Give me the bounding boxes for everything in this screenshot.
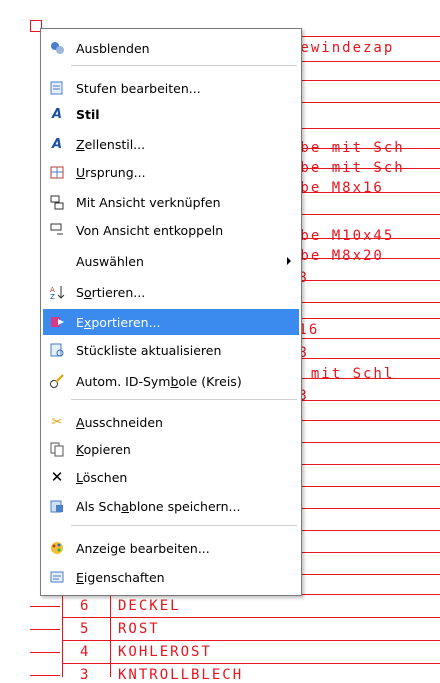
menu-item-auswaehlen[interactable]: Auswählen xyxy=(43,248,299,274)
menu-item-sortieren[interactable]: AZ Sortieren... xyxy=(43,279,299,305)
menu-item-zellenstil[interactable]: A Zellenstil... xyxy=(43,131,299,157)
table-col-divider xyxy=(110,594,111,677)
menu-separator xyxy=(71,65,297,66)
menu-item-ausschneiden[interactable]: ✂ Ausschneiden xyxy=(43,409,299,435)
balloon-icon xyxy=(48,372,66,390)
row-number: 5 xyxy=(80,621,91,637)
hide-icon xyxy=(48,39,66,57)
table-grid-line xyxy=(62,663,440,664)
menu-item-exportieren[interactable]: Exportieren... xyxy=(43,309,299,335)
menu-item-stufen-bearbeiten[interactable]: Stufen bearbeiten... xyxy=(43,75,299,101)
table-grid-line xyxy=(62,617,440,618)
export-icon xyxy=(48,313,66,331)
cad-table-cell: e mit Schl xyxy=(290,366,395,382)
cell-style-icon: A xyxy=(51,136,63,152)
menu-item-mit-ansicht-verknuepfen[interactable]: Mit Ansicht verknüpfen xyxy=(43,189,299,215)
menu-item-ursprung[interactable]: Ursprung... xyxy=(43,159,299,185)
row-part-name: DECKEL xyxy=(118,598,181,614)
menu-item-stueckliste-aktualisieren[interactable]: Stückliste aktualisieren xyxy=(43,337,299,363)
menu-item-loeschen[interactable]: ✕ Löschen xyxy=(43,464,299,490)
menu-item-ausblenden[interactable]: Ausblenden xyxy=(43,35,299,61)
row-balloon-marker xyxy=(30,606,60,607)
context-menu: Ausblenden Stufen bearbeiten... A Stil A… xyxy=(40,28,302,596)
menu-separator xyxy=(71,399,297,400)
sort-icon: AZ xyxy=(48,283,66,301)
edit-display-icon xyxy=(48,539,66,557)
cad-table-cell: ube M8x16 xyxy=(290,180,384,196)
submenu-arrow-icon xyxy=(287,257,291,265)
row-number: 6 xyxy=(80,598,91,614)
menu-item-anzeige-bearbeiten[interactable]: Anzeige bearbeiten... xyxy=(43,535,299,561)
cad-table-cell: ube M8x20 xyxy=(290,248,384,264)
row-part-name: ROST xyxy=(118,621,160,637)
row-part-name: KNTROLLBLECH xyxy=(118,667,244,683)
row-part-name: KOHLEROST xyxy=(118,644,212,660)
style-icon: A xyxy=(51,106,63,122)
menu-item-autom-id-symbole[interactable]: Autom. ID-Symbole (Kreis) xyxy=(43,368,299,394)
cut-icon: ✂ xyxy=(51,414,63,430)
menu-item-kopieren[interactable]: Kopieren xyxy=(43,436,299,462)
row-balloon-marker xyxy=(30,675,60,676)
link-view-icon xyxy=(48,193,66,211)
row-number: 4 xyxy=(80,644,91,660)
properties-icon xyxy=(48,568,66,586)
cad-table-cell: ube M10x45 xyxy=(290,228,395,244)
edit-levels-icon xyxy=(48,79,66,97)
menu-item-eigenschaften[interactable]: Eigenschaften xyxy=(43,564,299,590)
menu-item-von-ansicht-entkoppeln[interactable]: Von Ansicht entkoppeln xyxy=(43,217,299,243)
row-balloon-marker xyxy=(30,629,60,630)
row-number: 3 xyxy=(80,667,91,683)
table-grid-line xyxy=(62,640,440,641)
row-balloon-marker xyxy=(30,652,60,653)
menu-item-stil[interactable]: A Stil xyxy=(43,101,299,127)
refresh-bom-icon xyxy=(48,341,66,359)
delete-icon: ✕ xyxy=(50,468,64,486)
menu-item-als-schablone-speichern[interactable]: Als Schablone speichern... xyxy=(43,493,299,519)
copy-icon xyxy=(48,440,66,458)
svg-text:Z: Z xyxy=(50,293,55,300)
origin-icon xyxy=(48,163,66,181)
unlink-view-icon xyxy=(48,221,66,239)
menu-separator xyxy=(71,525,297,526)
cad-table-cell: Gewindezap xyxy=(290,40,395,56)
save-template-icon xyxy=(48,497,66,515)
